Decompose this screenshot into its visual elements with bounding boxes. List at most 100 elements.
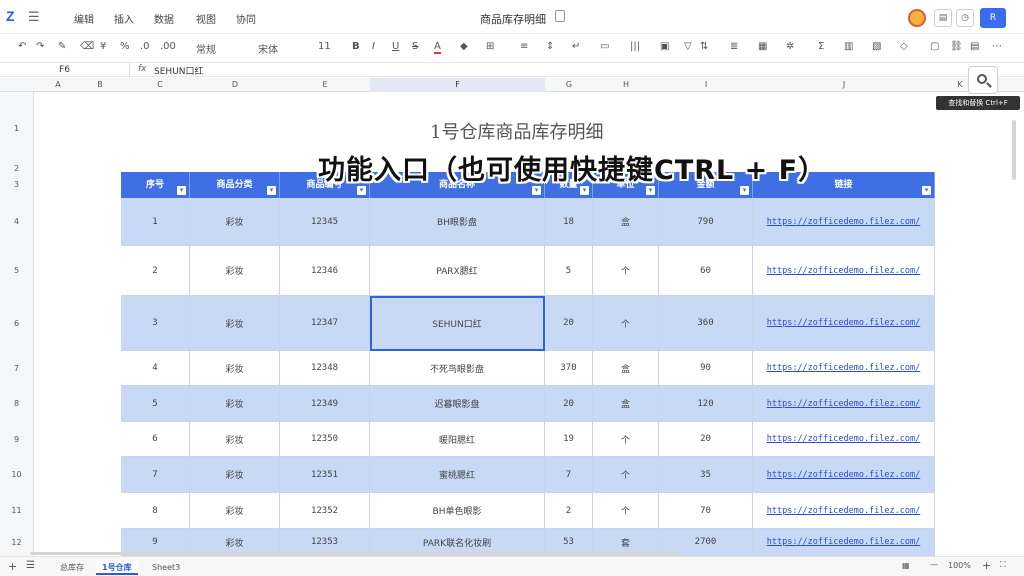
cell-link[interactable]: https://zofficedemo.filez.com/ bbox=[753, 422, 935, 457]
filter-icon[interactable]: ▾ bbox=[267, 186, 276, 195]
cell-name[interactable]: BH眼影盘 bbox=[370, 198, 545, 246]
table-style-icon[interactable]: ▦ bbox=[758, 41, 767, 52]
underline-button[interactable]: U bbox=[392, 41, 399, 52]
cell-qty[interactable]: 370 bbox=[545, 351, 593, 386]
column-header-a[interactable]: A bbox=[48, 80, 68, 89]
header-category[interactable]: 商品分类 ▾ bbox=[190, 172, 280, 198]
cell-no[interactable]: 3 bbox=[121, 296, 190, 351]
sheet-list-icon[interactable]: ☰ bbox=[26, 560, 35, 571]
cell-code[interactable]: 12346 bbox=[280, 246, 370, 296]
shape-icon[interactable]: ◇ bbox=[900, 41, 908, 52]
cell-qty[interactable]: 19 bbox=[545, 422, 593, 457]
sort-icon[interactable]: ⇅ bbox=[700, 41, 708, 52]
column-header-b[interactable]: B bbox=[90, 80, 110, 89]
header-no[interactable]: 序号 ▾ bbox=[121, 172, 190, 198]
filter-icon[interactable]: ▽ bbox=[684, 41, 692, 52]
freeze-icon[interactable]: ▣ bbox=[660, 41, 669, 52]
cell-qty[interactable]: 5 bbox=[545, 246, 593, 296]
row-header-8[interactable]: 8 bbox=[0, 386, 34, 422]
cell-amt[interactable]: 60 bbox=[659, 246, 753, 296]
currency-icon[interactable]: ¥ bbox=[100, 41, 106, 52]
cell-code[interactable]: 12348 bbox=[280, 351, 370, 386]
cell-unit[interactable]: 盒 bbox=[593, 386, 659, 422]
hamburger-menu-icon[interactable]: ☰ bbox=[28, 10, 40, 25]
filter-icon[interactable]: ▾ bbox=[177, 186, 186, 195]
cell-amt[interactable]: 70 bbox=[659, 493, 753, 529]
cell-name[interactable]: 迟暮眼影盘 bbox=[370, 386, 545, 422]
cell-qty[interactable]: 20 bbox=[545, 386, 593, 422]
filter-icon[interactable]: ▾ bbox=[740, 186, 749, 195]
menu-insert[interactable]: 插入 bbox=[114, 11, 134, 26]
sheet-tab-total[interactable]: 总库存 bbox=[54, 561, 90, 575]
document-title[interactable]: 商品库存明细 bbox=[480, 11, 546, 27]
cell-code[interactable]: 12350 bbox=[280, 422, 370, 457]
cell-link[interactable]: https://zofficedemo.filez.com/ bbox=[753, 493, 935, 529]
cell-amt[interactable]: 120 bbox=[659, 386, 753, 422]
cell-cat[interactable]: 彩妆 bbox=[190, 422, 280, 457]
column-header-d[interactable]: D bbox=[190, 80, 280, 89]
column-header-i[interactable]: I bbox=[659, 80, 753, 89]
comment-insert-icon[interactable]: ▢ bbox=[930, 41, 939, 52]
cell-name[interactable]: BH单色眼影 bbox=[370, 493, 545, 529]
cell-name[interactable]: PARX腮红 bbox=[370, 246, 545, 296]
note-icon[interactable]: ▤ bbox=[970, 41, 979, 52]
cell-unit[interactable]: 个 bbox=[593, 422, 659, 457]
cell-cat[interactable]: 彩妆 bbox=[190, 246, 280, 296]
filter-icon[interactable]: ▾ bbox=[580, 186, 589, 195]
row-header-10[interactable]: 10 bbox=[0, 457, 34, 493]
row-header-12[interactable]: 12 bbox=[0, 529, 34, 556]
name-box[interactable]: F6 bbox=[0, 63, 130, 77]
row-header-7[interactable]: 7 bbox=[0, 351, 34, 386]
clear-format-icon[interactable]: ⌫ bbox=[80, 41, 94, 52]
cell-code[interactable]: 12351 bbox=[280, 457, 370, 493]
cell-name[interactable]: 暖阳腮红 bbox=[370, 422, 545, 457]
cell-unit[interactable]: 盒 bbox=[593, 351, 659, 386]
sum-button[interactable]: Σ bbox=[818, 41, 824, 52]
percent-icon[interactable]: % bbox=[120, 41, 130, 52]
cell-amt[interactable]: 20 bbox=[659, 422, 753, 457]
cell-no[interactable]: 4 bbox=[121, 351, 190, 386]
vertical-scrollbar[interactable] bbox=[1012, 120, 1016, 180]
font-size-select[interactable]: 11 bbox=[318, 41, 331, 52]
cell-link[interactable]: https://zofficedemo.filez.com/ bbox=[753, 351, 935, 386]
undo-icon[interactable]: ↶ bbox=[18, 41, 26, 52]
sheet-title[interactable]: 1号仓库商品库存明细 bbox=[430, 118, 603, 144]
cell-qty[interactable]: 20 bbox=[545, 296, 593, 351]
cell-no[interactable]: 8 bbox=[121, 493, 190, 529]
italic-button[interactable]: I bbox=[372, 41, 375, 52]
cell-unit[interactable]: 个 bbox=[593, 296, 659, 351]
column-icon[interactable]: ||| bbox=[630, 41, 640, 52]
decimal-decrease-icon[interactable]: .0 bbox=[140, 41, 150, 52]
horizontal-scrollbar[interactable] bbox=[30, 552, 680, 555]
menu-data[interactable]: 数据 bbox=[154, 11, 174, 26]
row-header-3[interactable]: 3 bbox=[0, 172, 34, 198]
cell-code[interactable]: 12345 bbox=[280, 198, 370, 246]
cell-link[interactable]: https://zofficedemo.filez.com/ bbox=[753, 457, 935, 493]
number-format-select[interactable]: 常规 bbox=[196, 41, 216, 56]
conditional-format-icon[interactable]: ≣ bbox=[730, 41, 738, 52]
strikethrough-button[interactable]: S bbox=[412, 41, 418, 52]
row-header-9[interactable]: 9 bbox=[0, 422, 34, 457]
cell-name[interactable]: 蜜桃腮红 bbox=[370, 457, 545, 493]
wrap-icon[interactable]: ↵ bbox=[572, 41, 580, 52]
format-painter-icon[interactable]: ✎ bbox=[58, 41, 66, 52]
cell-no[interactable]: 6 bbox=[121, 422, 190, 457]
zoom-level[interactable]: 100% bbox=[948, 561, 971, 570]
menu-edit[interactable]: 编辑 bbox=[74, 11, 94, 26]
cell-amt[interactable]: 360 bbox=[659, 296, 753, 351]
menu-view[interactable]: 视图 bbox=[196, 11, 216, 26]
formula-input[interactable]: SEHUN口红 bbox=[154, 64, 204, 77]
more-icon[interactable]: ⋯ bbox=[992, 41, 1002, 52]
cell-unit[interactable]: 个 bbox=[593, 457, 659, 493]
history-icon[interactable]: ◷ bbox=[956, 9, 974, 27]
cell-link[interactable]: https://zofficedemo.filez.com/ bbox=[753, 246, 935, 296]
cell-link[interactable]: https://zofficedemo.filez.com/ bbox=[753, 529, 935, 556]
cell-cat[interactable]: 彩妆 bbox=[190, 198, 280, 246]
align-icon[interactable]: ≡ bbox=[520, 41, 528, 52]
cell-name[interactable]: 不死鸟眼影盘 bbox=[370, 351, 545, 386]
filter-icon[interactable]: ▾ bbox=[357, 186, 366, 195]
column-header-e[interactable]: E bbox=[280, 80, 370, 89]
add-sheet-icon[interactable]: + bbox=[8, 560, 17, 573]
sheet-tab-warehouse-1[interactable]: 1号仓库 bbox=[96, 561, 138, 575]
share-button[interactable]: R bbox=[980, 8, 1006, 28]
